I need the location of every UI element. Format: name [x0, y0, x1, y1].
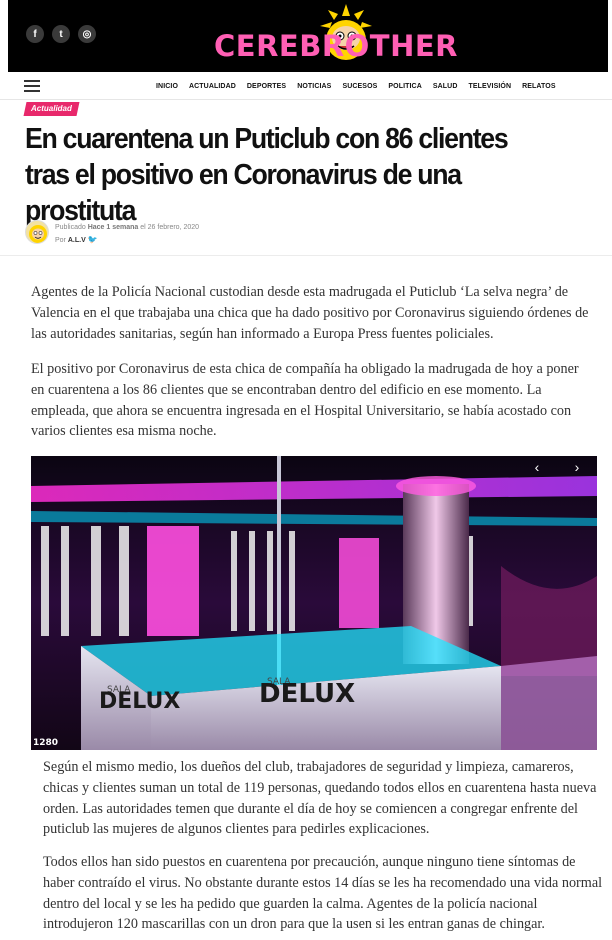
nav-item-politica[interactable]: POLITICA [388, 83, 421, 90]
site-logo[interactable]: CEREBROTHER [206, 4, 466, 68]
date-prefix: el [140, 224, 146, 231]
nav-item-relatos[interactable]: RELATOS [522, 83, 556, 90]
nav-item-noticias[interactable]: NOTICIAS [297, 83, 331, 90]
publish-info: Publicado Hace 1 semana el 26 febrero, 2… [55, 224, 199, 231]
facebook-icon[interactable]: f [26, 25, 44, 43]
by-label: Por [55, 237, 66, 244]
site-header: f t ◎ CEREBROTHER [8, 0, 608, 72]
header-divider [0, 255, 612, 256]
instagram-icon[interactable]: ◎ [78, 25, 96, 43]
publish-date: 26 febrero, 2020 [147, 224, 200, 231]
avatar-mascot-icon [29, 225, 47, 243]
main-nav: INICIO ACTUALIDAD DEPORTES NOTICIAS SUCE… [0, 72, 612, 100]
published-label: Publicado [55, 224, 86, 231]
nav-item-deportes[interactable]: DEPORTES [247, 83, 286, 90]
twitter-icon[interactable]: t [52, 25, 70, 43]
author-link[interactable]: A.L.V [68, 237, 86, 244]
nav-item-television[interactable]: TELEVISIÓN [468, 83, 511, 90]
article-image-gallery[interactable]: SALA DELUX SALA DELUX ‹ › 1280 [31, 456, 597, 750]
nav-item-inicio[interactable]: INICIO [156, 83, 178, 90]
image-size-label: 1280 [33, 738, 59, 748]
author-line: Por A.L.V 🐦 [55, 235, 98, 244]
logo-wordmark: CEREBROTHER [213, 29, 458, 63]
article-paragraph: El positivo por Coronavirus de esta chic… [31, 361, 579, 440]
club-interior-image: SALA DELUX SALA DELUX [31, 456, 597, 750]
twitter-icon[interactable]: 🐦 [88, 235, 98, 244]
article-paragraph: Todos ellos han sido puestos en cuarente… [43, 854, 603, 933]
nav-item-salud[interactable]: SALUD [433, 83, 458, 90]
article-title: En cuarentena un Puticlub con 86 cliente… [25, 123, 509, 227]
article-paragraph: Según el mismo medio, los dueños del clu… [43, 759, 597, 838]
nav-item-sucesos[interactable]: SUCESOS [342, 83, 377, 90]
nav-item-actualidad[interactable]: ACTUALIDAD [189, 83, 236, 90]
relative-time: Hace 1 semana [87, 224, 139, 231]
stage-sign-left: DELUX [99, 689, 180, 714]
category-badge[interactable]: Actualidad [23, 102, 80, 116]
category-label: Actualidad [31, 104, 72, 113]
stage-sign-right: DELUX [259, 679, 355, 709]
nav-items: INICIO ACTUALIDAD DEPORTES NOTICIAS SUCE… [156, 72, 556, 100]
chevron-left-icon[interactable]: ‹ [527, 458, 547, 476]
menu-icon[interactable] [24, 80, 40, 92]
chevron-right-icon[interactable]: › [567, 458, 587, 476]
author-avatar[interactable] [25, 220, 49, 244]
article-paragraph: Agentes de la Policía Nacional custodian… [31, 284, 589, 342]
